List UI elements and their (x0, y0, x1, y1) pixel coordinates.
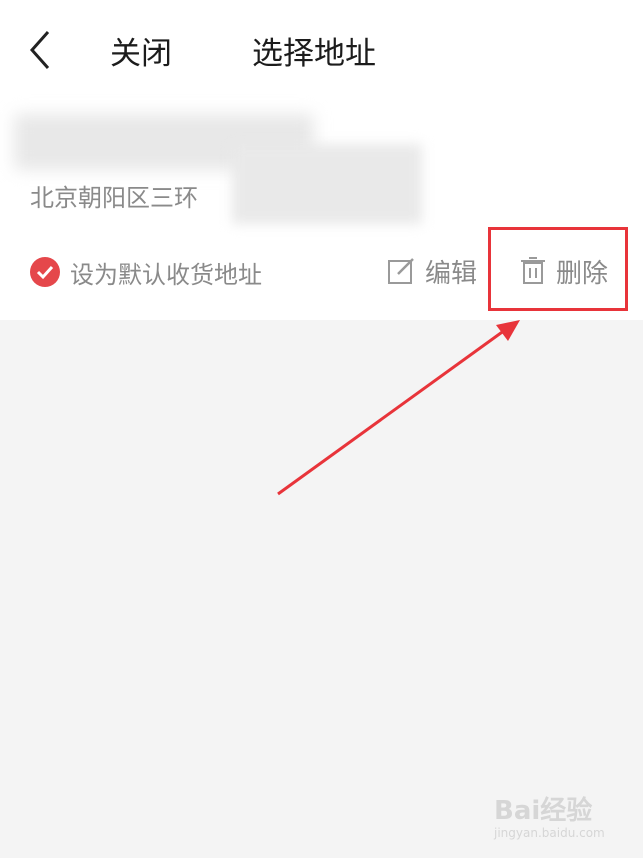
address-redacted (232, 144, 422, 224)
checkmark-circle-icon (30, 257, 60, 287)
close-button[interactable]: 关闭 (110, 28, 172, 73)
edit-button[interactable]: 编辑 (387, 254, 478, 289)
arrow-shaft (277, 328, 506, 496)
set-default-toggle[interactable]: 设为默认收货地址 (30, 256, 262, 289)
address-line: 北京朝阳区三环 (30, 184, 198, 212)
edit-icon (388, 258, 414, 284)
watermark-url: jingyan.baidu.com (494, 826, 605, 840)
page-title: 选择地址 (252, 36, 376, 72)
set-default-label: 设为默认收货地址 (70, 260, 262, 289)
arrow-head (496, 320, 520, 341)
chevron-left-icon (29, 31, 50, 69)
watermark-brand: Bai经验 (494, 796, 593, 826)
delete-highlight-annotation (488, 227, 628, 311)
top-nav-bar: 关闭 选择地址 (0, 0, 643, 100)
back-button[interactable] (24, 26, 60, 74)
watermark: Bai经验 jingyan.baidu.com (494, 790, 614, 850)
edit-label: 编辑 (425, 258, 478, 289)
